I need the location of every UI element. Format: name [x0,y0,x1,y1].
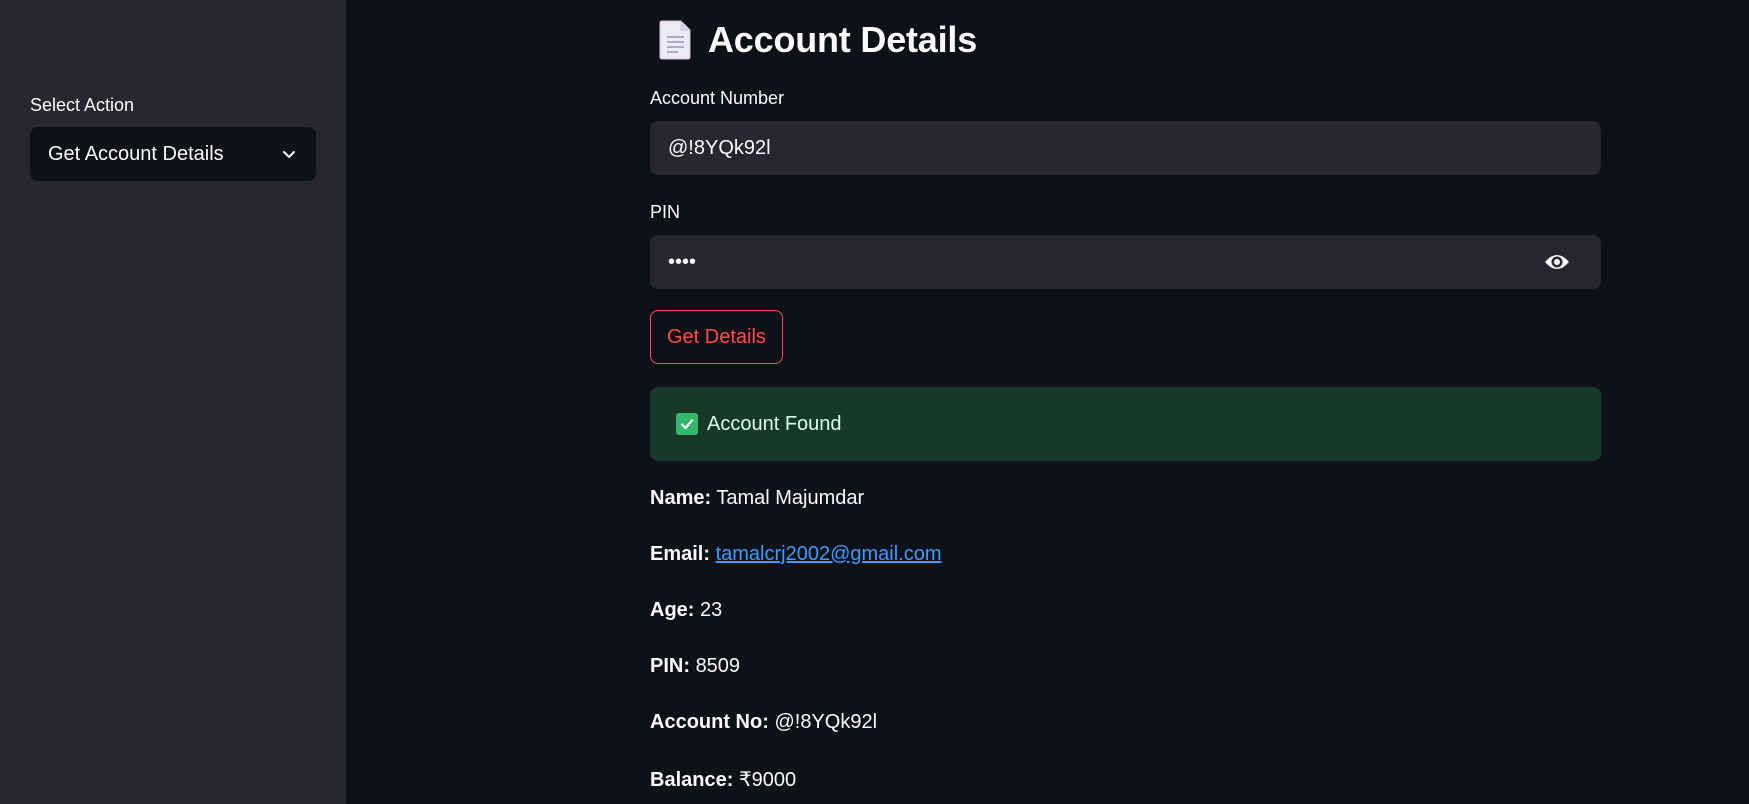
check-icon [676,413,698,435]
account-number-label: Account Number [650,88,785,108]
detail-name: Name: Tamal Majumdar [650,487,864,510]
title-row: Account Details [658,16,977,64]
chevron-down-icon [280,145,298,163]
eye-icon[interactable] [1543,252,1571,272]
detail-account-no: Account No: @!8YQk92l [650,711,877,734]
main-content: Account Details Account Number @!8YQk92l… [650,0,1601,804]
detail-age-label: Age: [650,599,695,621]
detail-pin-value: 8509 [695,655,741,677]
sidebar: Select Action Get Account Details [0,0,346,804]
detail-age-value: 23 [700,599,723,621]
detail-account-value: @!8YQk92l [774,711,878,733]
app-root: Select Action Get Account Details Accoun… [0,0,1749,804]
detail-age: Age: 23 [650,599,722,622]
page-title: Account Details [708,19,978,60]
get-details-button[interactable]: Get Details [650,310,783,364]
pin-input[interactable]: •••• [650,235,1601,289]
detail-balance-value: ₹9000 [738,769,797,791]
action-select-value: Get Account Details [48,142,224,165]
alert-text: Account Found [707,412,842,435]
success-alert: Account Found [650,387,1601,461]
detail-name-label: Name: [650,487,712,509]
document-icon [658,20,692,60]
select-action-label: Select Action [30,95,135,115]
detail-account-label: Account No: [650,711,769,733]
detail-balance-label: Balance: [650,769,734,791]
account-number-input[interactable]: @!8YQk92l [650,121,1601,175]
detail-email-label: Email: [650,543,711,565]
account-number-value: @!8YQk92l [668,136,771,159]
email-link[interactable]: tamalcrj2002@gmail.com [716,543,942,565]
pin-value: •••• [668,250,697,273]
detail-pin-label: PIN: [650,655,690,677]
detail-name-value: Tamal Majumdar [716,487,865,509]
detail-pin: PIN: 8509 [650,655,740,678]
detail-balance: Balance: ₹9000 [650,767,796,792]
pin-label: PIN [650,202,681,222]
detail-email: Email: tamalcrj2002@gmail.com [650,543,942,566]
action-select[interactable]: Get Account Details [30,127,316,181]
